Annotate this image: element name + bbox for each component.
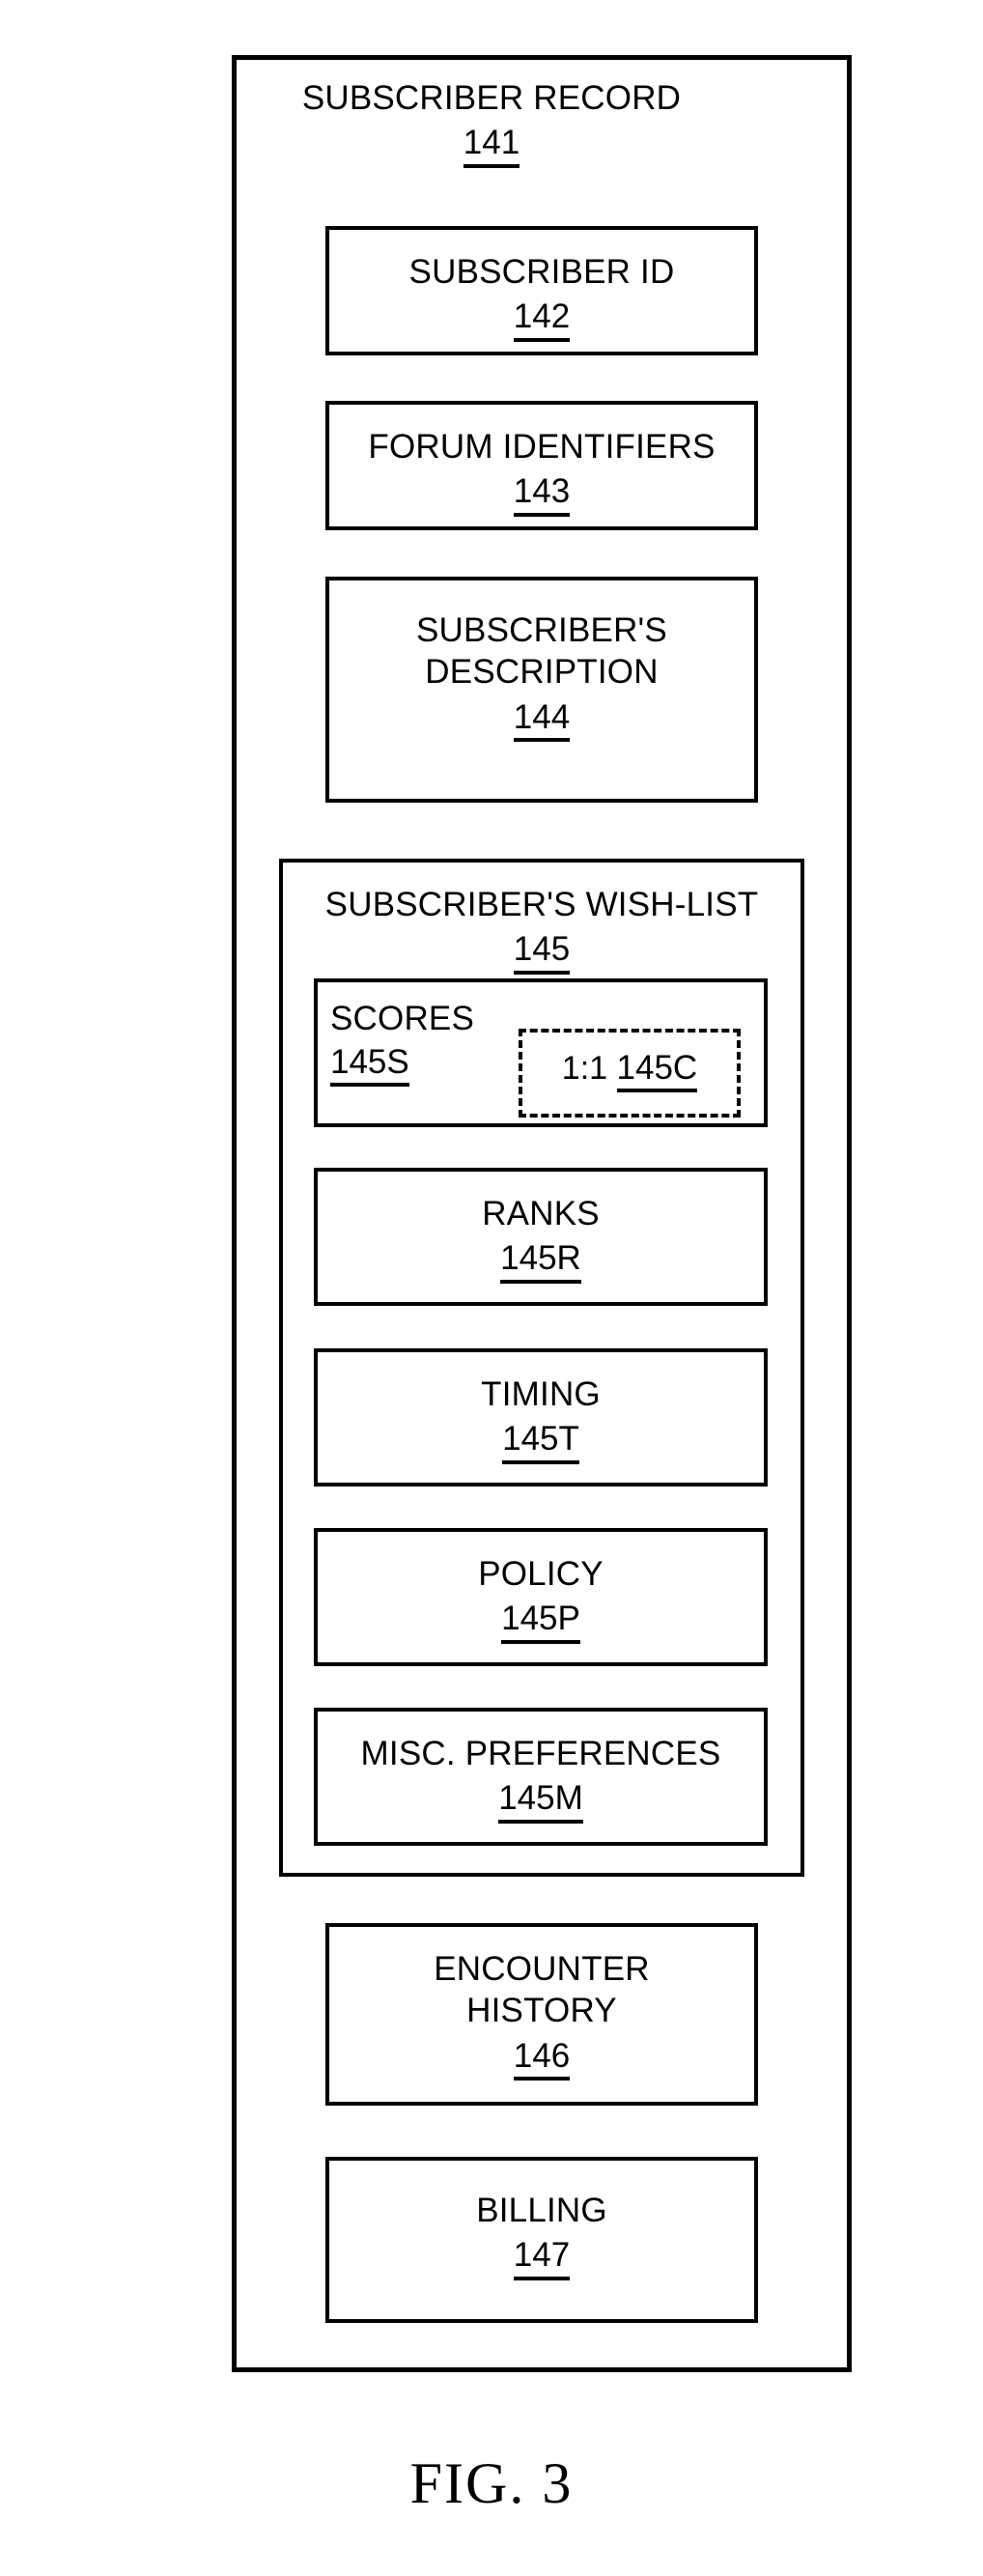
- ranks-label: RANKS: [482, 1195, 600, 1232]
- ranks-ref: 145R: [500, 1238, 581, 1284]
- timing-box: TIMING 145T: [314, 1348, 768, 1486]
- subscriber-id-label-block: SUBSCRIBER ID 142: [329, 251, 754, 342]
- forum-identifiers-label: FORUM IDENTIFIERS: [368, 428, 716, 466]
- scores-label: SCORES: [330, 1000, 475, 1037]
- subscriber-description-label-line1: SUBSCRIBER'S: [416, 611, 667, 649]
- subscriber-wishlist-title-block: SUBSCRIBER'S WISH-LIST 145: [283, 884, 800, 975]
- encounter-history-label-line1: ENCOUNTER: [434, 1950, 650, 1988]
- subscriber-wishlist-ref: 145: [513, 929, 571, 975]
- billing-box: BILLING 147: [325, 2157, 758, 2323]
- subscriber-description-ref: 144: [513, 697, 571, 743]
- misc-preferences-label: MISC. PREFERENCES: [360, 1735, 721, 1772]
- encounter-history-label-line2: HISTORY: [466, 1992, 617, 2030]
- one-to-one-label-block: 1:1 145C: [519, 1048, 741, 1093]
- billing-ref: 147: [513, 2235, 571, 2280]
- one-to-one-ref: 145C: [616, 1048, 698, 1093]
- ranks-label-block: RANKS 145R: [318, 1193, 764, 1284]
- billing-label-block: BILLING 147: [329, 2190, 754, 2280]
- misc-preferences-label-block: MISC. PREFERENCES 145M: [318, 1733, 764, 1824]
- subscriber-id-label: SUBSCRIBER ID: [408, 253, 675, 291]
- encounter-history-ref: 146: [513, 2036, 571, 2081]
- policy-label: POLICY: [478, 1555, 604, 1593]
- subscriber-id-box: SUBSCRIBER ID 142: [325, 226, 758, 355]
- patent-figure-page: SUBSCRIBER RECORD 141 SUBSCRIBER ID 142 …: [0, 0, 983, 2576]
- billing-label: BILLING: [476, 2192, 607, 2229]
- forum-identifiers-ref: 143: [513, 471, 571, 517]
- policy-ref: 145P: [501, 1599, 580, 1644]
- one-to-one-label: 1:1: [561, 1050, 608, 1087]
- encounter-history-label-block: ENCOUNTER HISTORY 146: [329, 1948, 754, 2081]
- misc-preferences-ref: 145M: [498, 1778, 583, 1824]
- policy-label-block: POLICY 145P: [318, 1553, 764, 1644]
- misc-preferences-box: MISC. PREFERENCES 145M: [314, 1708, 768, 1846]
- subscriber-description-box: SUBSCRIBER'S DESCRIPTION 144: [325, 577, 758, 803]
- timing-label: TIMING: [481, 1375, 601, 1413]
- ranks-box: RANKS 145R: [314, 1168, 768, 1306]
- timing-ref: 145T: [502, 1419, 579, 1464]
- forum-identifiers-label-block: FORUM IDENTIFIERS 143: [329, 426, 754, 517]
- timing-label-block: TIMING 145T: [318, 1373, 764, 1464]
- scores-ref: 145S: [330, 1042, 409, 1088]
- scores-label-block: SCORES 145S: [330, 998, 514, 1088]
- figure-caption: FIG. 3: [409, 2451, 574, 2515]
- policy-box: POLICY 145P: [314, 1528, 768, 1666]
- subscriber-record-ref: 141: [463, 123, 520, 168]
- subscriber-record-title: SUBSCRIBER RECORD: [301, 79, 682, 117]
- subscriber-wishlist-title: SUBSCRIBER'S WISH-LIST: [324, 886, 759, 923]
- forum-identifiers-box: FORUM IDENTIFIERS 143: [325, 401, 758, 530]
- subscriber-id-ref: 142: [513, 297, 571, 342]
- subscriber-description-label-block: SUBSCRIBER'S DESCRIPTION 144: [329, 609, 754, 743]
- subscriber-description-label-line2: DESCRIPTION: [425, 653, 659, 692]
- encounter-history-box: ENCOUNTER HISTORY 146: [325, 1923, 758, 2106]
- subscriber-record-title-block: SUBSCRIBER RECORD 141: [0, 77, 983, 168]
